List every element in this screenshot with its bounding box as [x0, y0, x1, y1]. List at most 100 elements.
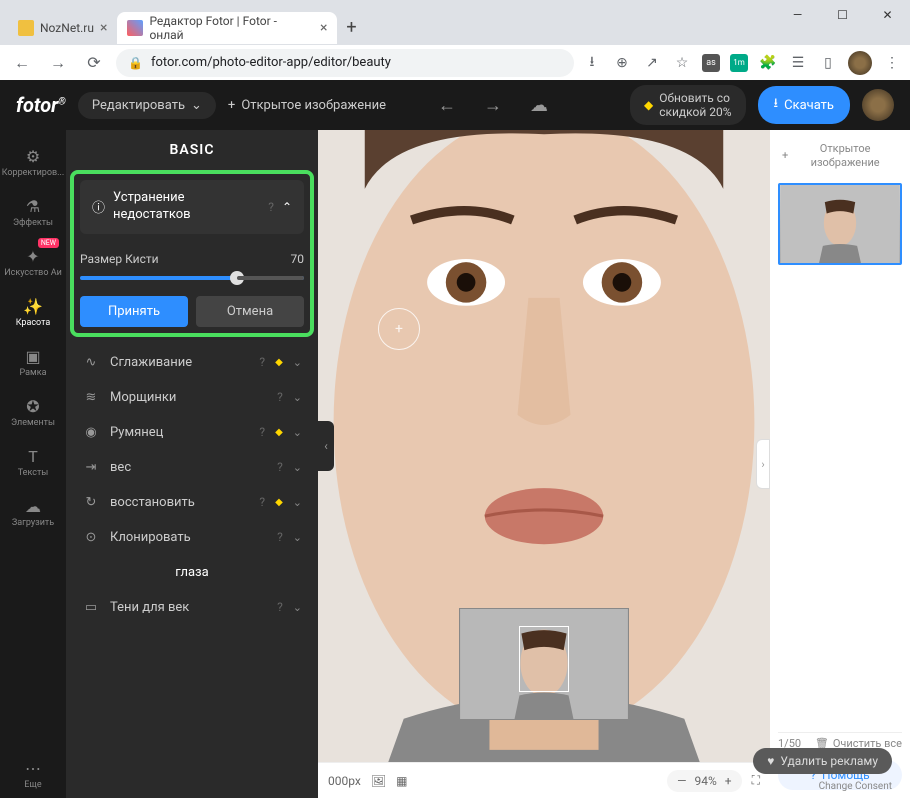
open-image-link[interactable]: + Открытое изображение	[778, 138, 902, 175]
tab-close-icon[interactable]: ×	[320, 20, 327, 36]
tool-blemish-fix: ⓘ Устранение недостатков ? ⌃	[80, 180, 304, 234]
rail-adjust[interactable]: ⚙Корректиров...	[3, 138, 63, 186]
ext-badge-icon[interactable]: as	[702, 54, 720, 72]
clone-icon: ⊙	[82, 530, 100, 545]
tool-eyeshadow[interactable]: ▭Тени для век?⌄	[66, 590, 318, 625]
browser-tab-active[interactable]: Редактор Fotor | Fotor - онлай ×	[117, 12, 337, 44]
section-eyes: глаза	[66, 555, 318, 590]
zoom-out-button[interactable]: —	[677, 774, 686, 788]
change-consent-link[interactable]: Change Consent	[819, 781, 892, 792]
chevron-down-icon: ⌄	[293, 601, 302, 614]
tool-blush[interactable]: ◉Румянец?◆⌄	[66, 415, 318, 450]
slider-value: 70	[291, 252, 305, 266]
star-icon[interactable]: ☆	[672, 53, 692, 73]
help-icon[interactable]: ?	[268, 200, 274, 214]
sparkle-icon: ✦	[26, 247, 39, 266]
app-topbar: fotor® Редактировать ⌄ + Открытое изобра…	[0, 80, 910, 130]
rail-ai-art[interactable]: NEW✦Искусство Аи	[3, 238, 63, 286]
help-icon[interactable]: ?	[259, 495, 265, 509]
menu-icon[interactable]: ⋮	[882, 53, 902, 73]
brush-cursor: +	[378, 308, 420, 350]
help-icon[interactable]: ?	[259, 355, 265, 369]
url-input[interactable]: 🔒 fotor.com/photo-editor-app/editor/beau…	[116, 49, 574, 77]
redo-button[interactable]: →	[476, 95, 510, 116]
image-thumbnail[interactable]	[778, 183, 902, 265]
rail-frame[interactable]: ▣Рамка	[3, 338, 63, 386]
tool-header[interactable]: ⓘ Устранение недостатков ? ⌃	[92, 190, 292, 224]
rail-text[interactable]: TТексты	[3, 438, 63, 486]
text-icon: T	[28, 447, 38, 466]
tab-title: Редактор Fotor | Fotor - онлай	[149, 14, 314, 42]
expand-panel-handle[interactable]: ›	[756, 439, 770, 489]
tool-wrinkles[interactable]: ≋Морщинки?⌄	[66, 380, 318, 415]
tool-clone[interactable]: ⊙Клонировать?⌄	[66, 520, 318, 555]
chevron-up-icon[interactable]: ⌃	[282, 200, 292, 214]
new-badge: NEW	[38, 238, 59, 248]
reading-list-icon[interactable]: ☰	[788, 53, 808, 73]
rail-more[interactable]: ⋯Еще	[3, 750, 63, 798]
help-icon[interactable]: ?	[277, 600, 283, 614]
app-root: fotor® Редактировать ⌄ + Открытое изобра…	[0, 80, 910, 798]
ext-badge-icon[interactable]: 1m	[730, 54, 748, 72]
help-icon[interactable]: ?	[277, 460, 283, 474]
undo-button[interactable]: ←	[430, 95, 464, 116]
tool-weight[interactable]: ⇥вес?⌄	[66, 450, 318, 485]
collapse-panel-handle[interactable]: ‹	[318, 421, 334, 471]
minimap[interactable]	[459, 608, 629, 720]
share-icon[interactable]: ↗	[642, 53, 662, 73]
extensions-icon[interactable]: 🧩	[758, 53, 778, 73]
layers-icon[interactable]: ▦	[396, 774, 407, 788]
cancel-button[interactable]: Отмена	[196, 296, 304, 327]
tab-close-icon[interactable]: ×	[100, 20, 107, 36]
brush-size-slider[interactable]	[80, 276, 304, 280]
edit-dropdown[interactable]: Редактировать ⌄	[78, 92, 216, 119]
weight-icon: ⇥	[82, 460, 100, 475]
heart-icon: ♥	[767, 754, 774, 768]
rail-effects[interactable]: ⚗Эффекты	[3, 188, 63, 236]
tool-smoothing[interactable]: ∿Сглаживание?◆⌄	[66, 345, 318, 380]
diamond-icon: ◆	[275, 497, 283, 508]
thumb-image	[780, 185, 900, 263]
minimap-viewport[interactable]	[519, 626, 569, 692]
download-label: Скачать	[784, 98, 834, 113]
profile-avatar[interactable]	[848, 51, 872, 75]
fotor-logo[interactable]: fotor®	[16, 93, 66, 117]
eyeshadow-icon: ▭	[82, 600, 100, 615]
back-button[interactable]: ←	[8, 49, 36, 77]
image-icon[interactable]: 🖼	[371, 774, 386, 788]
zoom-icon[interactable]: ⊕	[612, 53, 632, 73]
wrinkle-icon: ≋	[82, 390, 100, 405]
cloud-button[interactable]: ☁	[522, 95, 556, 116]
help-icon[interactable]: ?	[277, 530, 283, 544]
user-avatar[interactable]	[862, 89, 894, 121]
chevron-down-icon: ⌄	[293, 531, 302, 544]
forward-button[interactable]: →	[44, 49, 72, 77]
rail-beauty[interactable]: ✨Красота	[3, 288, 63, 336]
tool-restore[interactable]: ↻восстановить?◆⌄	[66, 485, 318, 520]
bookmark-icon[interactable]: ▯	[818, 53, 838, 73]
browser-tabs: NozNet.ru × Редактор Fotor | Fotor - онл…	[0, 10, 910, 45]
rail-upload[interactable]: ☁Загрузить	[3, 488, 63, 536]
browser-tab[interactable]: NozNet.ru ×	[8, 12, 117, 44]
slider-thumb[interactable]	[230, 271, 244, 285]
canvas-footer: 000px 🖼 ▦ — 94% + ⛶	[318, 762, 770, 798]
accept-button[interactable]: Принять	[80, 296, 188, 327]
remove-ads-button[interactable]: ♥ Удалить рекламу	[753, 748, 892, 774]
diamond-icon: ◆	[275, 427, 283, 438]
new-tab-button[interactable]: +	[337, 14, 365, 42]
open-image-button[interactable]: + Открытое изображение	[228, 98, 386, 113]
main-layout: ⚙Корректиров... ⚗Эффекты NEW✦Искусство А…	[0, 130, 910, 798]
left-rail: ⚙Корректиров... ⚗Эффекты NEW✦Искусство А…	[0, 130, 66, 798]
download-button[interactable]: ⭳ Скачать	[758, 86, 850, 124]
right-panel: + Открытое изображение › 1/50 🗑 Очистить	[770, 130, 910, 798]
slider-label: Размер Кисти	[80, 252, 159, 266]
fit-icon[interactable]: ⛶	[752, 773, 760, 788]
rail-elements[interactable]: ✪Элементы	[3, 388, 63, 436]
promo-button[interactable]: ◆ Обновить со скидкой 20%	[630, 85, 746, 126]
help-icon[interactable]: ?	[259, 425, 265, 439]
help-icon[interactable]: ?	[277, 390, 283, 404]
zoom-in-button[interactable]: +	[725, 774, 732, 788]
download-icon[interactable]: ⭳	[582, 53, 602, 73]
reload-button[interactable]: ⟳	[80, 49, 108, 77]
canvas[interactable]: ‹ +	[318, 130, 770, 762]
